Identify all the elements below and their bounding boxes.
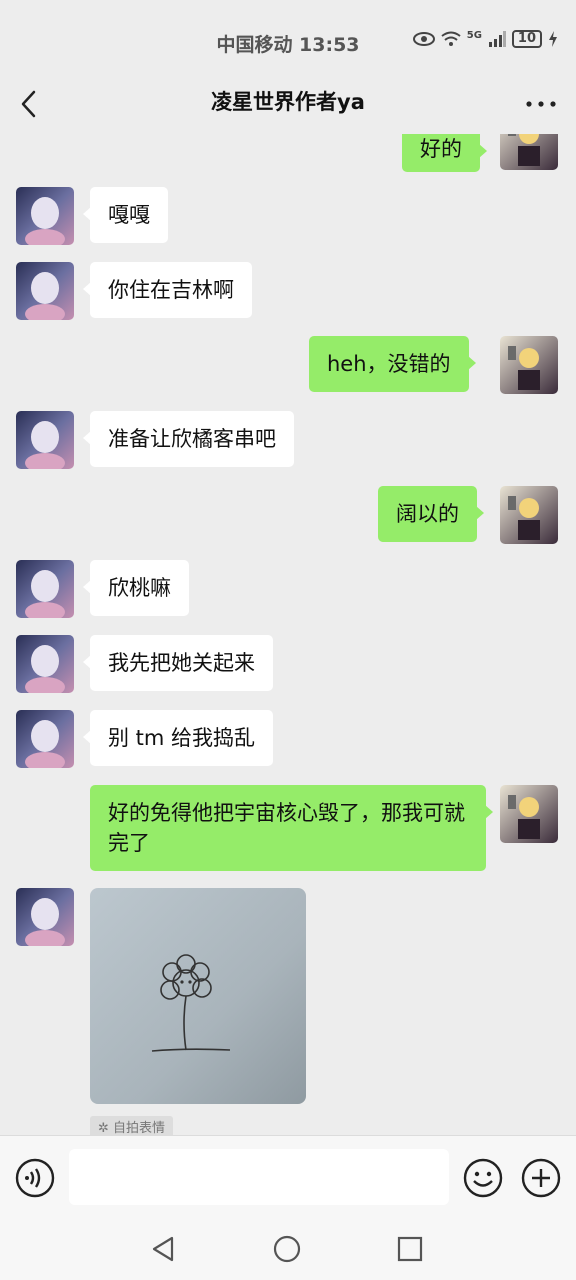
message-text: 我先把她关起来	[108, 651, 255, 675]
self-avatar[interactable]	[500, 486, 558, 544]
contact-avatar[interactable]	[16, 411, 74, 469]
message-bubble[interactable]: 你住在吉林啊	[83, 262, 252, 318]
contact-avatar[interactable]	[16, 187, 74, 245]
contact-avatar[interactable]	[16, 262, 74, 320]
message-text: 嘎嘎	[108, 203, 150, 227]
chat-title: 凌星世界作者ya	[211, 90, 365, 114]
message-text: 别 tm 给我捣乱	[108, 726, 256, 750]
sticker-image[interactable]	[90, 888, 306, 1104]
message-text: 准备让欣橘客串吧	[108, 427, 276, 451]
contact-avatar[interactable]	[16, 560, 74, 618]
message-bubble[interactable]: 准备让欣橘客串吧	[83, 411, 294, 467]
message-input[interactable]	[69, 1149, 449, 1205]
self-avatar[interactable]	[500, 134, 558, 170]
message-text: 阔以的	[396, 502, 459, 526]
message-text: 欣桃嘛	[108, 576, 171, 600]
message-bubble[interactable]: heh，没错的	[309, 336, 476, 392]
message-bubble[interactable]: 好的	[402, 134, 487, 172]
signal-icon	[488, 31, 506, 47]
status-bar: 中国移动 13:53 5G 10	[0, 0, 576, 74]
self-avatar[interactable]	[500, 785, 558, 843]
contact-avatar[interactable]	[16, 710, 74, 768]
message-text: heh，没错的	[327, 352, 451, 376]
message-bubble[interactable]: 好的免得他把宇宙核心毁了，那我可就完了	[90, 785, 493, 871]
system-nav-bar	[0, 1219, 576, 1280]
nav-back-icon[interactable]	[150, 1235, 178, 1263]
message-bubble[interactable]: 欣桃嘛	[83, 560, 189, 616]
emoji-icon[interactable]	[463, 1158, 503, 1198]
message-bubble[interactable]: 别 tm 给我捣乱	[82, 710, 274, 766]
eye-icon	[412, 32, 435, 46]
message-text: 你住在吉林啊	[108, 278, 234, 302]
voice-icon[interactable]	[15, 1158, 55, 1198]
chat-messages[interactable]: 好的 嘎嘎 你住在吉林啊 heh，没错的 准备让欣橘客串吧 阔以的 欣桃嘛 我先…	[0, 134, 576, 1135]
contact-avatar[interactable]	[16, 888, 74, 946]
message-bubble[interactable]: 嘎嘎	[83, 187, 168, 243]
input-bar	[0, 1135, 576, 1220]
self-avatar[interactable]	[500, 336, 558, 394]
message-bubble[interactable]: 我先把她关起来	[83, 635, 273, 691]
message-text: 好的	[420, 137, 462, 161]
network-label: 5G	[466, 30, 482, 41]
plus-icon[interactable]	[521, 1158, 561, 1198]
chat-header: 凌星世界作者ya	[0, 74, 576, 134]
sticker-tag-label: 自拍表情	[113, 1121, 166, 1135]
nav-recents-icon[interactable]	[397, 1236, 423, 1262]
message-bubble[interactable]: 阔以的	[378, 486, 484, 542]
battery-indicator: 10	[511, 30, 542, 48]
charging-icon	[549, 31, 557, 47]
nav-home-icon[interactable]	[273, 1235, 301, 1263]
message-text: 好的免得他把宇宙核心毁了，那我可就完了	[108, 801, 465, 855]
sticker-tag[interactable]: ✲ 自拍表情	[90, 1116, 174, 1135]
sparkle-icon: ✲	[98, 1121, 114, 1135]
status-icons: 5G 10	[412, 30, 558, 48]
more-dots-icon[interactable]	[524, 94, 558, 114]
wifi-icon	[441, 31, 461, 46]
contact-avatar[interactable]	[16, 635, 74, 693]
